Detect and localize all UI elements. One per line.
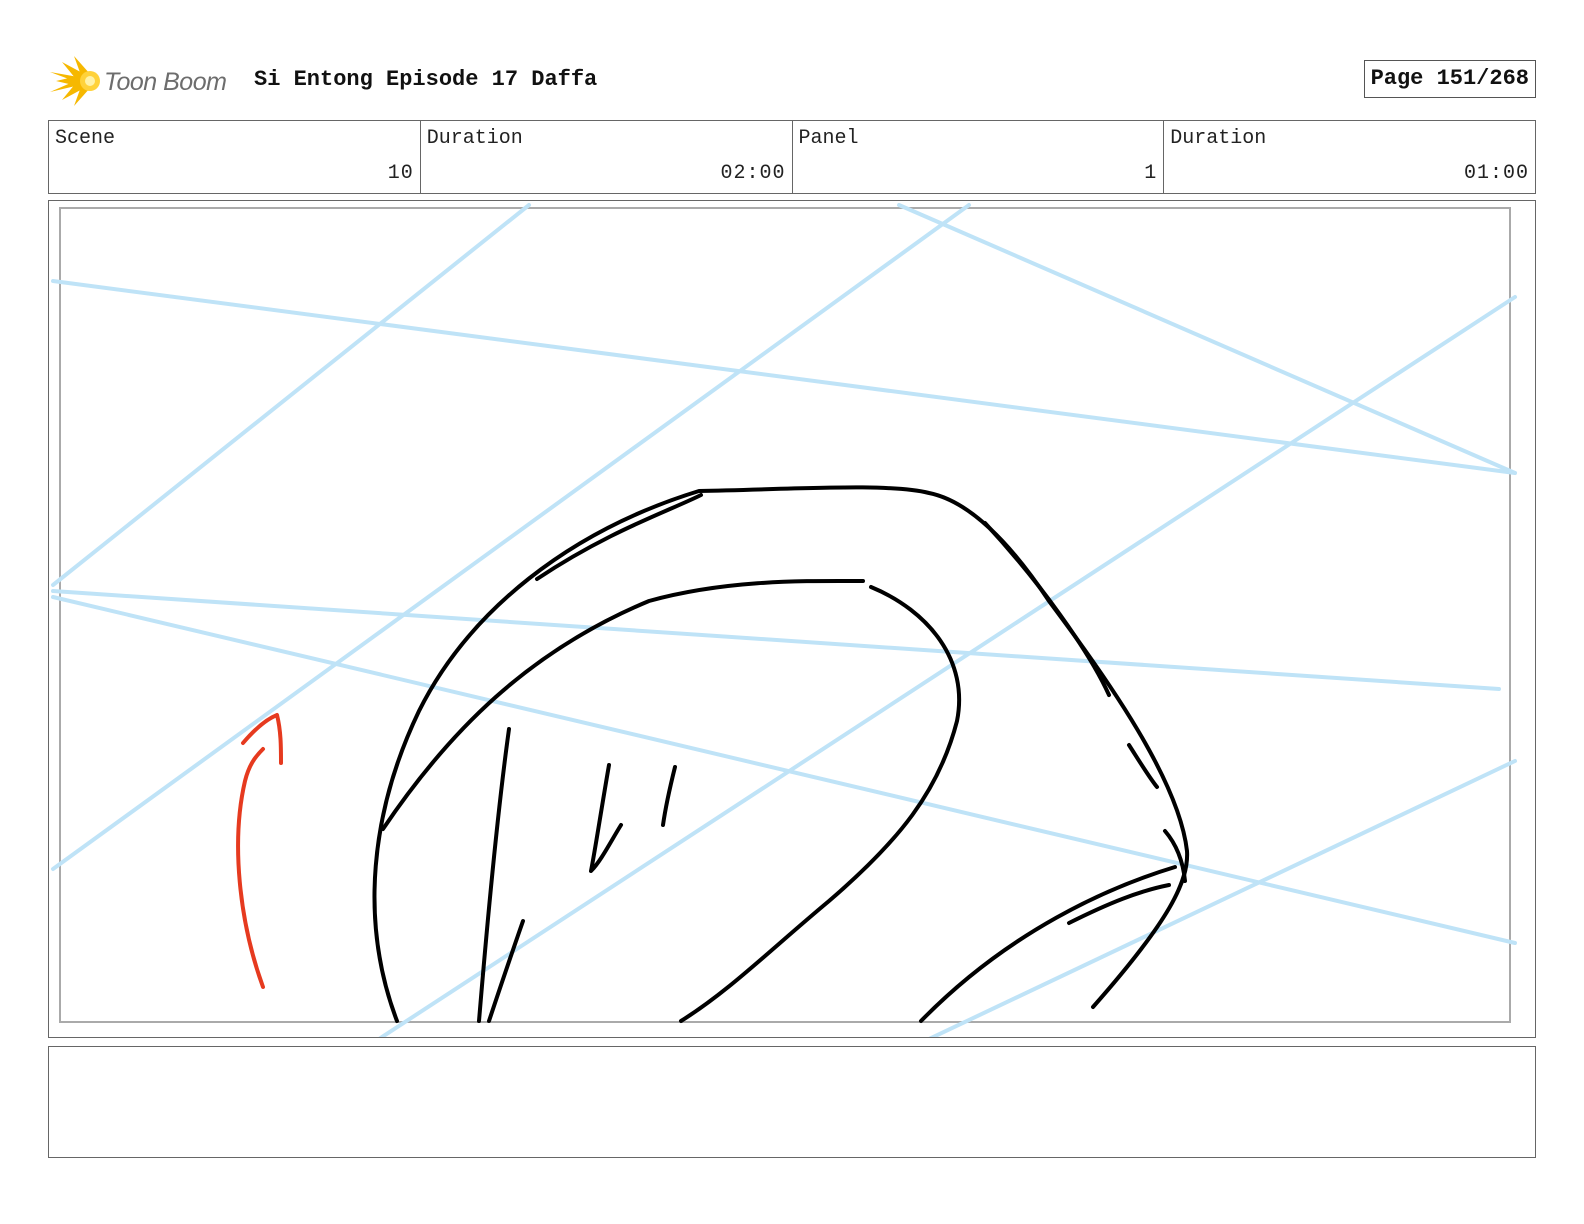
panel-label: Panel: [798, 127, 859, 150]
panel-cell: Panel 1: [793, 121, 1165, 193]
scene-duration-value: 02:00: [720, 162, 786, 185]
storyboard-header: Toon Boom Si Entong Episode 17 Daffa Pag…: [48, 52, 1536, 108]
scene-cell: Scene 10: [49, 121, 421, 193]
up-arrow-icon: [236, 713, 283, 989]
document-title: Si Entong Episode 17 Daffa: [254, 67, 598, 92]
perspective-guide-lines: [51, 203, 1517, 1037]
panel-duration-value: 01:00: [1463, 162, 1529, 185]
panel-duration-label: Duration: [1170, 127, 1267, 150]
toon-boom-logo: Toon Boom: [48, 54, 248, 108]
sketch-strokes: [372, 485, 1190, 1023]
panel-notes: [48, 1046, 1536, 1158]
scene-value: 10: [387, 162, 414, 185]
panel-drawing: [51, 203, 1517, 1037]
scene-duration-cell: Duration 02:00: [421, 121, 793, 193]
logo-text: Toon Boom: [104, 68, 227, 96]
scene-duration-label: Duration: [426, 127, 523, 150]
page-counter: Page 151/268: [1363, 60, 1536, 98]
safe-area-frame: [59, 207, 1511, 1023]
storyboard-panel: [48, 200, 1536, 1038]
scene-info-table: Scene 10 Duration 02:00 Panel 1 Duration…: [48, 120, 1536, 194]
panel-duration-cell: Duration 01:00: [1164, 121, 1535, 193]
panel-value: 1: [1144, 162, 1158, 185]
scene-label: Scene: [55, 127, 116, 150]
sun-burst-icon: [50, 56, 100, 106]
